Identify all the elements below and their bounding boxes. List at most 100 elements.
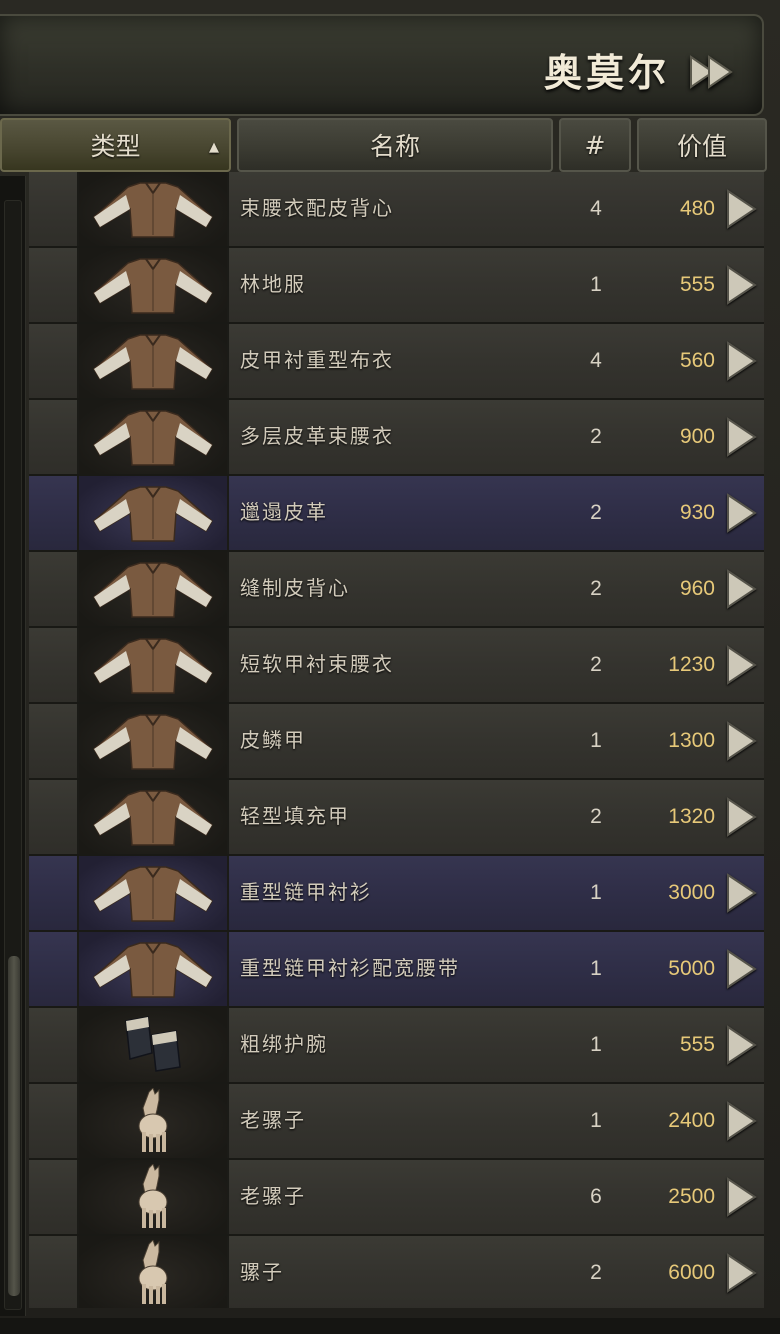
tunic-icon — [93, 334, 213, 390]
scrollbar-thumb[interactable] — [8, 956, 20, 1296]
item-count: 2 — [590, 653, 602, 676]
play-arrow-icon — [727, 1177, 757, 1217]
item-row[interactable]: 皮鳞甲 1 1300 — [29, 704, 764, 780]
item-slot — [29, 780, 79, 854]
item-slot — [29, 1008, 79, 1082]
column-header-count[interactable]: # — [559, 118, 631, 172]
column-header-type-label: 类型 — [90, 132, 141, 161]
transfer-item-button[interactable] — [721, 932, 761, 1006]
item-row[interactable]: 老骡子 6 2500 — [29, 1160, 764, 1236]
sort-ascending-icon: ▲ — [209, 140, 219, 155]
play-arrow-icon — [727, 1101, 757, 1141]
item-value: 555 — [679, 1033, 715, 1056]
transfer-item-button[interactable] — [721, 248, 761, 322]
item-thumbnail — [79, 324, 229, 398]
transfer-item-button[interactable] — [721, 1236, 761, 1308]
item-row[interactable]: 缝制皮背心 2 960 — [29, 552, 764, 628]
item-row[interactable]: 重型链甲衬衫配宽腰带 1 5000 — [29, 932, 764, 1008]
transfer-item-button[interactable] — [721, 1084, 761, 1158]
item-count: 2 — [590, 577, 602, 600]
item-thumbnail — [79, 476, 229, 550]
transfer-item-button[interactable] — [721, 780, 761, 854]
transfer-item-button[interactable] — [721, 552, 761, 626]
item-name: 多层皮革束腰衣 — [240, 423, 394, 448]
transfer-item-button[interactable] — [721, 1160, 761, 1234]
item-row[interactable]: 粗绑护腕 1 555 — [29, 1008, 764, 1084]
tunic-icon — [93, 790, 213, 846]
item-row[interactable]: 骡子 2 6000 — [29, 1236, 764, 1308]
tunic-icon — [93, 562, 213, 618]
item-row[interactable]: 老骡子 1 2400 — [29, 1084, 764, 1160]
item-list: 束腰衣配皮背心 4 480 林地服 1 555 皮甲衬重型布衣 4 560 多层皮革束腰衣 2… — [29, 172, 764, 1308]
item-slot — [29, 172, 79, 246]
item-row[interactable]: 束腰衣配皮背心 4 480 — [29, 172, 764, 248]
transfer-item-button[interactable] — [721, 704, 761, 778]
play-arrow-icon — [727, 949, 757, 989]
tunic-icon — [93, 942, 213, 998]
item-thumbnail — [79, 780, 229, 854]
bottom-border — [0, 1318, 780, 1334]
item-thumbnail — [79, 1084, 229, 1158]
mule-icon — [138, 1164, 168, 1228]
item-count: 2 — [590, 1261, 602, 1284]
transfer-item-button[interactable] — [721, 476, 761, 550]
tunic-icon — [93, 486, 213, 542]
item-row[interactable]: 皮甲衬重型布衣 4 560 — [29, 324, 764, 400]
item-name: 骡子 — [240, 1259, 284, 1284]
column-header-name-label: 名称 — [369, 132, 420, 161]
column-header-type[interactable]: 类型 ▲ — [0, 118, 231, 172]
transfer-item-button[interactable] — [721, 856, 761, 930]
item-name: 轻型填充甲 — [240, 803, 350, 828]
item-row[interactable]: 重型链甲衬衫 1 3000 — [29, 856, 764, 932]
item-slot — [29, 324, 79, 398]
item-count: 1 — [590, 1109, 602, 1132]
column-header-value[interactable]: 价值 — [637, 118, 767, 172]
play-arrow-icon — [727, 189, 757, 229]
item-slot — [29, 1084, 79, 1158]
tunic-icon — [93, 258, 213, 314]
column-header-name[interactable]: 名称 — [237, 118, 553, 172]
transfer-item-button[interactable] — [721, 628, 761, 702]
tunic-icon — [93, 714, 213, 770]
item-name: 老骡子 — [240, 1107, 306, 1132]
merchant-header: 奥莫尔 — [0, 14, 764, 116]
transfer-item-button[interactable] — [721, 324, 761, 398]
item-value: 3000 — [668, 881, 715, 904]
fast-forward-icon — [690, 55, 733, 89]
item-value: 6000 — [668, 1261, 715, 1284]
tunic-icon — [93, 866, 213, 922]
play-arrow-icon — [727, 645, 757, 685]
item-count: 4 — [590, 197, 602, 220]
item-row[interactable]: 邋遢皮革 2 930 — [29, 476, 764, 552]
item-name: 短软甲衬束腰衣 — [240, 651, 394, 676]
play-arrow-icon — [727, 721, 757, 761]
item-thumbnail — [79, 856, 229, 930]
play-arrow-icon — [727, 417, 757, 457]
item-value: 555 — [679, 273, 715, 296]
item-name: 皮甲衬重型布衣 — [240, 347, 394, 372]
item-value: 2400 — [668, 1109, 715, 1132]
item-value: 960 — [679, 577, 715, 600]
tunic-icon — [93, 182, 213, 238]
item-value: 5000 — [668, 957, 715, 980]
item-row[interactable]: 林地服 1 555 — [29, 248, 764, 324]
item-row[interactable]: 轻型填充甲 2 1320 — [29, 780, 764, 856]
item-count: 6 — [590, 1185, 602, 1208]
item-slot — [29, 248, 79, 322]
transfer-all-button[interactable] — [686, 52, 738, 92]
item-thumbnail — [79, 704, 229, 778]
item-name: 缝制皮背心 — [240, 575, 350, 600]
item-value: 1230 — [668, 653, 715, 676]
item-slot — [29, 400, 79, 474]
transfer-item-button[interactable] — [721, 400, 761, 474]
transfer-item-button[interactable] — [721, 1008, 761, 1082]
merchant-name: 奥莫尔 — [543, 50, 670, 95]
item-name: 邋遢皮革 — [240, 499, 328, 524]
item-row[interactable]: 短软甲衬束腰衣 2 1230 — [29, 628, 764, 704]
item-thumbnail — [79, 1008, 229, 1082]
item-count: 1 — [590, 273, 602, 296]
item-row[interactable]: 多层皮革束腰衣 2 900 — [29, 400, 764, 476]
transfer-item-button[interactable] — [721, 172, 761, 246]
play-arrow-icon — [727, 1253, 757, 1293]
item-slot — [29, 552, 79, 626]
